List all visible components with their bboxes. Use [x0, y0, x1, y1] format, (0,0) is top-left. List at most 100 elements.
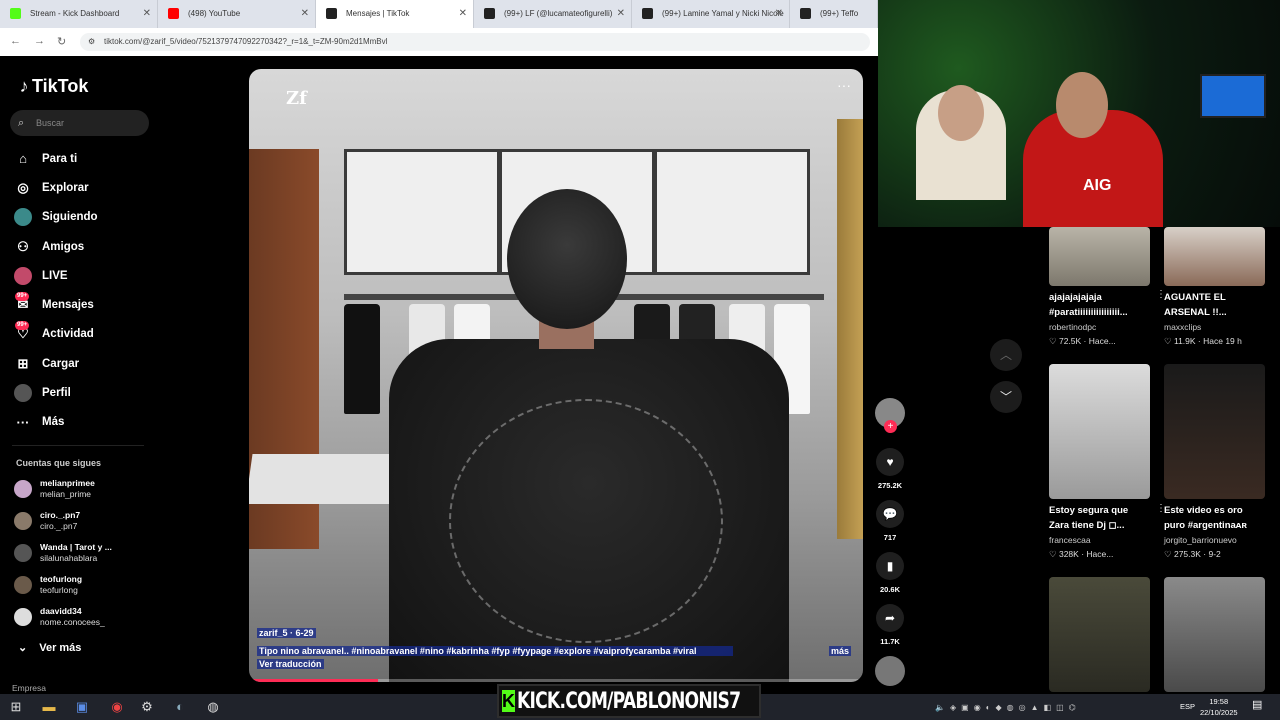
- sidebar-item-amigos[interactable]: ⚇ Amigos: [14, 232, 98, 261]
- sidebar-item-cargar[interactable]: ⊞ Cargar: [14, 349, 98, 378]
- network-icon[interactable]: ⌬: [1069, 703, 1076, 712]
- following-account[interactable]: melianprimee melian_prime: [14, 478, 95, 500]
- sidebar-nav: ⌂ Para ti ◎ Explorar Siguiendo ⚇ Amigos LIV…: [14, 144, 98, 437]
- sidebar-item-siguiendo[interactable]: Siguiendo: [14, 203, 98, 232]
- following-account[interactable]: teofurlong teofurlong: [14, 574, 82, 596]
- suggested-thumbnail[interactable]: [1164, 577, 1265, 692]
- follow-plus-icon[interactable]: +: [884, 420, 897, 433]
- next-video-button[interactable]: ﹀: [990, 381, 1022, 413]
- tray-app-icon[interactable]: ◈: [950, 703, 956, 712]
- kick-logo-icon: K: [502, 690, 515, 712]
- video-scene-shirt-print: [449, 399, 723, 643]
- following-account[interactable]: ciro._.pn7 ciro._.pn7: [14, 510, 80, 532]
- tray-app-icon[interactable]: ◍: [1007, 703, 1014, 712]
- browser-tab[interactable]: Stream - Kick Dashboard ✕: [0, 0, 158, 28]
- reload-icon[interactable]: ↻: [57, 35, 66, 48]
- file-explorer-icon[interactable]: ▬: [40, 698, 58, 716]
- video-scene-person: [507, 189, 627, 329]
- tray-app-icon[interactable]: ▣: [961, 703, 969, 712]
- site-info-icon[interactable]: ⚙: [88, 33, 95, 51]
- following-account[interactable]: daavidd34 nome.conocees_: [14, 606, 105, 628]
- settings-gear-icon[interactable]: ⚙: [138, 698, 156, 716]
- share-icon: ➦: [876, 604, 904, 632]
- share-button[interactable]: ➦ 11.7K: [872, 604, 908, 656]
- steam-icon[interactable]: ◐: [171, 698, 189, 716]
- suggested-thumbnail[interactable]: [1049, 227, 1150, 286]
- music-disc-icon[interactable]: [875, 656, 905, 686]
- video-progress-bar[interactable]: [249, 679, 863, 682]
- search-input[interactable]: ⌕ Buscar: [10, 110, 149, 136]
- suggested-video[interactable]: AGUANTE EL ARSENAL !!... maxxclips ♡ 11.9…: [1164, 227, 1269, 348]
- video-options-icon[interactable]: ···: [837, 77, 851, 93]
- compass-icon: ◎: [17, 179, 29, 195]
- browser-tab[interactable]: (99+) LF (@lucamateofigurelli) ✕: [474, 0, 632, 28]
- sidebar-item-perfil[interactable]: Perfil: [14, 378, 98, 407]
- previous-video-button[interactable]: ︿: [990, 339, 1022, 371]
- suggested-video[interactable]: [1049, 577, 1150, 692]
- following-account[interactable]: Wanda | Tarot y ... silalunahablara: [14, 542, 112, 564]
- suggested-thumbnail[interactable]: [1164, 364, 1265, 499]
- tray-app-icon[interactable]: ◫: [1056, 703, 1064, 712]
- bookmark-icon: ▮: [876, 552, 904, 580]
- obs-icon[interactable]: ◍: [204, 698, 222, 716]
- sidebar-item-live[interactable]: LIVE: [14, 261, 98, 290]
- sidebar-item-para-ti[interactable]: ⌂ Para ti: [14, 144, 98, 173]
- browser-tab[interactable]: (99+) Teffo: [790, 0, 878, 28]
- following-section-title: Cuentas que sigues: [16, 458, 102, 468]
- save-button[interactable]: ▮ 20.6K: [872, 552, 908, 604]
- tray-app-icon[interactable]: ◆: [996, 703, 1002, 712]
- company-link[interactable]: Empresa: [12, 683, 46, 693]
- tiktok-logo[interactable]: ♪ TikTok: [16, 76, 89, 97]
- suggested-video[interactable]: Este video es oro puro #argentinaᴀʀ jorgi…: [1164, 364, 1269, 561]
- chrome-icon[interactable]: ◉: [108, 698, 126, 716]
- close-tab-icon[interactable]: ✕: [301, 0, 309, 28]
- close-tab-icon[interactable]: ✕: [143, 0, 151, 28]
- webcam-person: [938, 85, 984, 141]
- clock[interactable]: 19:58 22/10/2025: [1200, 696, 1238, 718]
- close-tab-icon[interactable]: ✕: [459, 0, 467, 28]
- back-icon[interactable]: ←: [10, 35, 21, 47]
- kick-channel-overlay: K KICK.COM/PABLONONIS7: [497, 684, 761, 718]
- suggested-video[interactable]: ajajajajajaja #paratiiiiiiiiiiiiiiii... r…: [1049, 227, 1166, 348]
- sidebar-item-mas[interactable]: ··· Más: [14, 408, 98, 437]
- tray-app-icon[interactable]: ◉: [974, 703, 981, 712]
- activity-icon: ♡ 99+: [15, 321, 30, 342]
- like-button[interactable]: ♥ 275.2K: [872, 448, 908, 500]
- app-icon[interactable]: ▣: [73, 698, 91, 716]
- see-more-button[interactable]: ⌄ Ver más: [18, 641, 81, 654]
- video-player[interactable]: Zf ··· zarif_5 · 6-29 Tipo nino abravane…: [249, 69, 863, 682]
- sidebar-item-actividad[interactable]: ♡ 99+ Actividad: [14, 320, 98, 349]
- close-tab-icon[interactable]: ✕: [775, 0, 783, 28]
- tray-app-icon[interactable]: ◧: [1044, 703, 1052, 712]
- suggested-thumbnail[interactable]: [1164, 227, 1265, 286]
- browser-tab[interactable]: (99+) Lamine Yamal y Nicki Nicole ✕: [632, 0, 790, 28]
- suggested-video[interactable]: Estoy segura que Zara tiene Dj ◻... franc…: [1049, 364, 1166, 561]
- video-author-line[interactable]: zarif_5 · 6-29: [257, 628, 316, 638]
- browser-tab-active[interactable]: Mensajes | TikTok ✕: [316, 0, 474, 28]
- tray-app-icon[interactable]: ▲: [1031, 703, 1039, 712]
- volume-icon[interactable]: 🔈: [935, 703, 945, 712]
- notification-icon[interactable]: ▤: [1252, 698, 1268, 714]
- sidebar-item-mensajes[interactable]: ✉ 99+ Mensajes: [14, 290, 98, 319]
- video-scene-table: [249, 454, 403, 504]
- suggested-thumbnail[interactable]: [1049, 364, 1150, 499]
- messages-icon: ✉ 99+: [15, 292, 30, 313]
- video-caption: Tipo nino abravanel.. #ninoabravanel #ni…: [257, 646, 733, 656]
- video-progress-fill: [249, 679, 378, 682]
- caption-more-button[interactable]: más: [828, 646, 851, 656]
- see-translation-link[interactable]: Ver traducción: [257, 659, 324, 669]
- youtube-favicon-icon: [168, 8, 179, 19]
- browser-tab[interactable]: (498) YouTube ✕: [158, 0, 316, 28]
- language-indicator[interactable]: ESP: [1180, 702, 1195, 711]
- tray-app-icon[interactable]: ◐: [986, 703, 991, 712]
- forward-icon[interactable]: →: [34, 35, 45, 47]
- suggested-video[interactable]: [1164, 577, 1265, 692]
- url-field[interactable]: ⚙ tiktok.com/@zarif_5/video/752137974709…: [80, 33, 870, 51]
- creator-avatar[interactable]: +: [875, 398, 905, 433]
- suggested-thumbnail[interactable]: [1049, 577, 1150, 692]
- close-tab-icon[interactable]: ✕: [617, 0, 625, 28]
- comment-button[interactable]: 💬 717: [872, 500, 908, 552]
- sidebar-item-explorar[interactable]: ◎ Explorar: [14, 173, 98, 202]
- windows-start-icon[interactable]: ⊞: [7, 698, 25, 716]
- tray-app-icon[interactable]: ◎: [1019, 703, 1026, 712]
